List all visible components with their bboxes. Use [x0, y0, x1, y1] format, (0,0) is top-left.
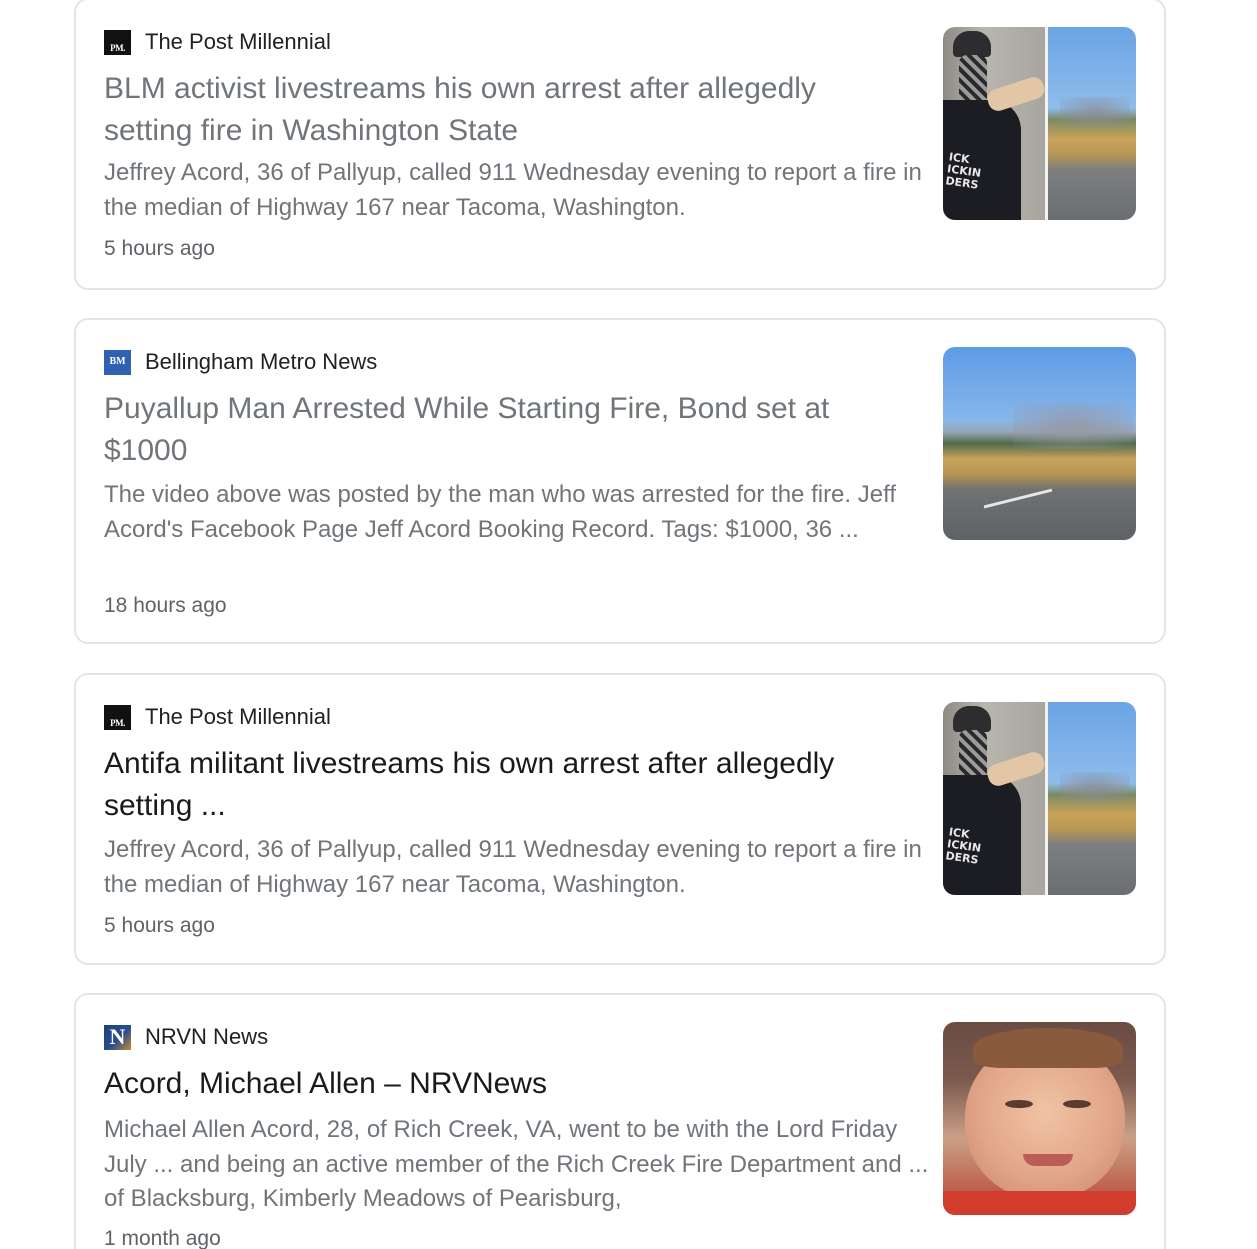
article-thumbnail[interactable]: [943, 347, 1136, 540]
news-card[interactable]: BM Bellingham Metro News Puyallup Man Ar…: [74, 318, 1166, 644]
news-card[interactable]: PM. The Post Millennial BLM activist liv…: [74, 0, 1166, 290]
timestamp: 5 hours ago: [104, 237, 215, 260]
source-name: Bellingham Metro News: [145, 349, 378, 374]
snippet: Jeffrey Acord, 36 of Pallyup, called 911…: [104, 159, 922, 221]
news-card[interactable]: N NRVN News Acord, Michael Allen – NRVNe…: [74, 993, 1166, 1249]
road-fire-photo: [943, 347, 1136, 540]
headline-link[interactable]: BLM activist livestreams his own arrest …: [104, 68, 904, 152]
person-photo: ICK ICKIN DERS: [943, 702, 1047, 895]
source-row: PM. The Post Millennial: [104, 703, 331, 731]
snippet: The video above was posted by the man wh…: [104, 481, 896, 543]
article-thumbnail[interactable]: ICK ICKIN DERS: [943, 27, 1136, 220]
nrvn-logo-icon: N: [104, 1024, 131, 1050]
person-photo: ICK ICKIN DERS: [943, 27, 1047, 220]
source-name: The Post Millennial: [145, 29, 331, 54]
timestamp: 1 month ago: [104, 1227, 221, 1249]
article-thumbnail[interactable]: ICK ICKIN DERS: [943, 702, 1136, 895]
news-card[interactable]: PM. The Post Millennial Antifa militant …: [74, 673, 1166, 965]
snippet: Michael Allen Acord, 28, of Rich Creek, …: [104, 1116, 929, 1212]
post-millennial-logo-icon: PM.: [104, 704, 131, 730]
snippet: Jeffrey Acord, 36 of Pallyup, called 911…: [104, 836, 922, 898]
road-fire-photo: [1048, 27, 1136, 220]
source-row: BM Bellingham Metro News: [104, 348, 377, 376]
headline-link[interactable]: Antifa militant livestreams his own arre…: [104, 743, 904, 827]
source-name: The Post Millennial: [145, 704, 331, 729]
source-name: NRVN News: [145, 1024, 269, 1049]
news-feed: PM. The Post Millennial BLM activist liv…: [0, 0, 1257, 1249]
source-row: N NRVN News: [104, 1023, 268, 1051]
timestamp: 5 hours ago: [104, 914, 215, 937]
article-thumbnail[interactable]: [943, 1022, 1136, 1215]
source-row: PM. The Post Millennial: [104, 28, 331, 56]
road-fire-photo: [1048, 702, 1136, 895]
portrait-photo: [943, 1022, 1136, 1215]
timestamp: 18 hours ago: [104, 594, 227, 617]
bellingham-metro-logo-icon: BM: [104, 349, 131, 375]
post-millennial-logo-icon: PM.: [104, 29, 131, 55]
headline-link[interactable]: Puyallup Man Arrested While Starting Fir…: [104, 388, 904, 472]
headline-link[interactable]: Acord, Michael Allen – NRVNews: [104, 1063, 904, 1105]
